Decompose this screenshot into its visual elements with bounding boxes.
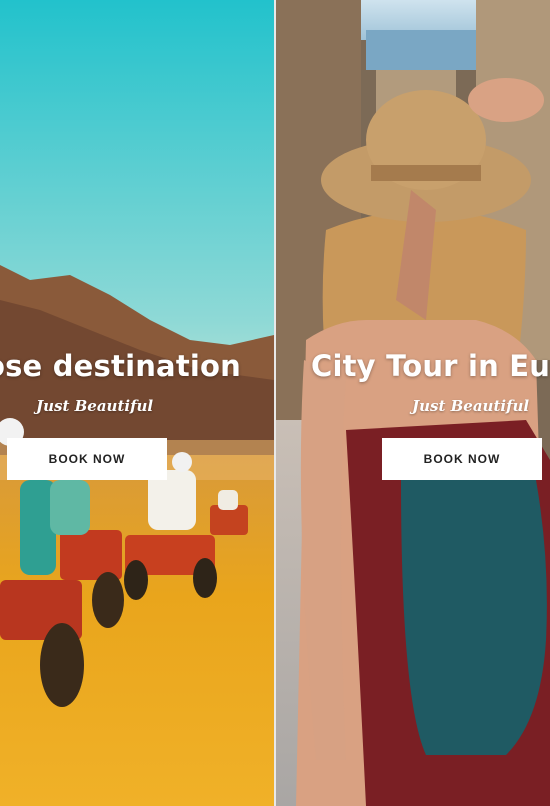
book-now-button[interactable]: BOOK NOW — [7, 438, 167, 480]
slide-subtitle: Just Beautiful — [36, 397, 154, 415]
book-now-button[interactable]: BOOK NOW — [382, 438, 542, 480]
slide-city-tour: City Tour in Eur Just Beautiful BOOK NOW — [276, 0, 550, 806]
slide-title: City Tour in Eur — [311, 349, 550, 383]
slide-subtitle: Just Beautiful — [412, 397, 530, 415]
slide-desert: ose destination Just Beautiful BOOK NOW — [0, 0, 274, 806]
slide-title: ose destination — [0, 349, 241, 383]
